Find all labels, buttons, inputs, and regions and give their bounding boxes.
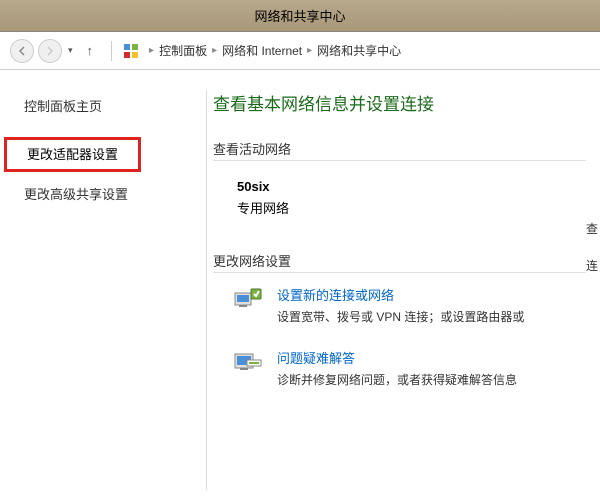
sidebar-adapter-label: 更改适配器设置 xyxy=(27,147,118,162)
nav-bar: ▾ ↑ ▸ 控制面板 ▸ 网络和 Internet ▸ 网络和共享中心 xyxy=(0,32,600,70)
setup-connection-icon xyxy=(233,285,265,313)
breadcrumb-item[interactable]: 网络和 Internet xyxy=(222,42,302,59)
up-button[interactable]: ↑ xyxy=(87,43,94,58)
setup-connection-link[interactable]: 设置新的连接或网络 xyxy=(277,285,524,304)
troubleshoot-desc: 诊断并修复网络问题，或者获得疑难解答信息 xyxy=(277,373,517,387)
network-type: 专用网络 xyxy=(237,198,586,217)
arrow-left-icon xyxy=(17,46,27,56)
change-settings-header: 更改网络设置 xyxy=(213,251,586,273)
forward-button[interactable] xyxy=(38,39,62,63)
title-bar: 网络和共享中心 xyxy=(0,0,600,32)
active-network-block: 50six 专用网络 xyxy=(213,161,586,241)
sidebar: 控制面板主页 更改适配器设置 更改高级共享设置 xyxy=(0,70,200,500)
history-dropdown[interactable]: ▾ xyxy=(68,45,73,56)
troubleshoot-link[interactable]: 问题疑难解答 xyxy=(277,348,517,367)
troubleshoot-item: 问题疑难解答 诊断并修复网络问题，或者获得疑难解答信息 xyxy=(213,336,586,399)
chevron-right-icon: ▸ xyxy=(149,45,154,56)
cropped-text: 查 xyxy=(586,220,600,237)
back-button[interactable] xyxy=(10,39,34,63)
control-panel-icon xyxy=(122,42,140,60)
network-name: 50six xyxy=(237,179,586,194)
setup-connection-desc: 设置宽带、拨号或 VPN 连接；或设置路由器或 xyxy=(277,310,524,324)
vertical-separator xyxy=(206,90,207,490)
chevron-right-icon: ▸ xyxy=(212,45,217,56)
sidebar-advanced-link[interactable]: 更改高级共享设置 xyxy=(0,178,200,209)
breadcrumb: ▸ 控制面板 ▸ 网络和 Internet ▸ 网络和共享中心 xyxy=(146,42,401,59)
arrow-right-icon xyxy=(45,46,55,56)
cropped-text: 连 xyxy=(586,257,600,274)
active-networks-header: 查看活动网络 xyxy=(213,139,586,161)
setup-connection-item: 设置新的连接或网络 设置宽带、拨号或 VPN 连接；或设置路由器或 xyxy=(213,273,586,336)
window-title: 网络和共享中心 xyxy=(254,6,345,25)
main-content: 查看基本网络信息并设置连接 查看活动网络 50six 专用网络 更改网络设置 设… xyxy=(213,70,586,500)
troubleshoot-icon xyxy=(233,348,265,376)
sidebar-adapter-link-highlighted[interactable]: 更改适配器设置 xyxy=(4,137,141,172)
breadcrumb-item[interactable]: 网络和共享中心 xyxy=(317,42,401,59)
sidebar-home-link[interactable]: 控制面板主页 xyxy=(0,90,200,121)
chevron-right-icon: ▸ xyxy=(307,45,312,56)
right-panel-edge: 查 连 xyxy=(586,70,600,500)
page-heading: 查看基本网络信息并设置连接 xyxy=(213,90,586,115)
breadcrumb-item[interactable]: 控制面板 xyxy=(159,42,207,59)
divider xyxy=(111,41,112,61)
